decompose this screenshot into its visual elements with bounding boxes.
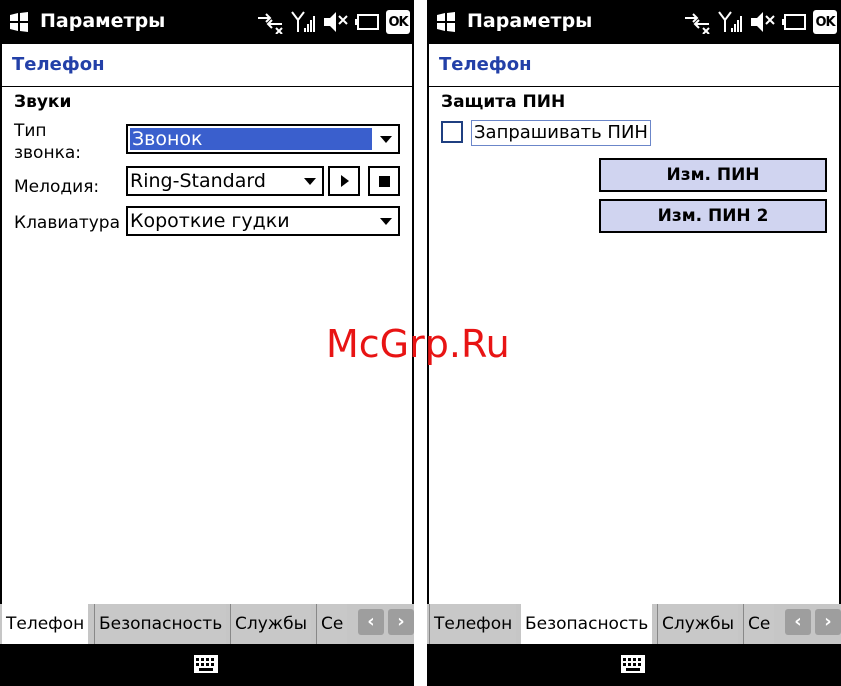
app-title: Параметры: [40, 10, 166, 32]
tab-more[interactable]: Се: [743, 604, 775, 644]
require-pin-checkbox[interactable]: [441, 121, 463, 143]
tab-security[interactable]: Безопасность: [94, 604, 227, 644]
page-header: Телефон: [429, 44, 839, 87]
soft-key-bar: [427, 644, 841, 686]
title-bar: Параметры OK: [0, 0, 414, 44]
tab-security[interactable]: Безопасность: [521, 604, 653, 644]
stop-button[interactable]: [368, 166, 400, 196]
signal-icon[interactable]: [290, 10, 316, 34]
ring-type-label-line1: Тип: [14, 121, 47, 141]
tab-services[interactable]: Службы: [230, 604, 312, 644]
tab-scroll: ‹ ›: [358, 609, 414, 635]
keyboard-icon[interactable]: [193, 654, 219, 674]
tab-bar: Телефон Безопасность Службы Се ‹ ›: [0, 604, 414, 644]
chevron-left-icon[interactable]: ‹: [358, 609, 384, 635]
chevron-left-icon[interactable]: ‹: [785, 609, 811, 635]
app-title: Параметры: [467, 10, 593, 32]
tab-bar: Телефон Безопасность Службы Се ‹ ›: [427, 604, 841, 644]
page-title: Телефон: [439, 54, 532, 75]
status-icons: OK: [256, 8, 410, 36]
tab-phone[interactable]: Телефон: [2, 604, 89, 644]
windows-flag-icon[interactable]: [8, 11, 30, 33]
tab-phone[interactable]: Телефон: [429, 604, 517, 644]
keyboard-icon[interactable]: [620, 654, 646, 674]
battery-icon[interactable]: [354, 10, 380, 34]
chevron-down-icon: [304, 178, 316, 185]
status-icons: OK: [683, 8, 837, 36]
page-header: Телефон: [2, 44, 412, 87]
ring-type-dropdown[interactable]: Звонок: [126, 124, 400, 154]
section-title: Защита ПИН: [441, 92, 566, 112]
chevron-right-icon[interactable]: ›: [388, 609, 414, 635]
signal-icon[interactable]: [717, 10, 743, 34]
change-pin2-button[interactable]: Изм. ПИН 2: [599, 199, 827, 233]
chevron-right-icon[interactable]: ›: [815, 609, 841, 635]
melody-label: Мелодия:: [14, 177, 100, 197]
battery-icon[interactable]: [781, 10, 807, 34]
keyboard-label: Клавиатура: [14, 213, 121, 233]
title-bar: Параметры OK: [427, 0, 841, 44]
soft-key-bar: [0, 644, 414, 686]
keyboard-value: Короткие гудки: [130, 210, 290, 232]
ring-type-label-line2: звонка:: [14, 143, 81, 163]
connectivity-icon[interactable]: [683, 10, 711, 34]
ring-type-value: Звонок: [130, 128, 372, 150]
melody-dropdown[interactable]: Ring-Standard: [126, 166, 324, 196]
windows-flag-icon[interactable]: [435, 11, 457, 33]
stop-icon: [379, 176, 390, 187]
keyboard-dropdown[interactable]: Короткие гудки: [126, 206, 400, 236]
change-pin-button[interactable]: Изм. ПИН: [599, 158, 827, 192]
play-button[interactable]: [328, 166, 360, 196]
melody-value: Ring-Standard: [130, 170, 266, 192]
connectivity-icon[interactable]: [256, 10, 284, 34]
tab-more[interactable]: Се: [316, 604, 348, 644]
tab-services[interactable]: Службы: [657, 604, 739, 644]
page-title: Телефон: [12, 54, 105, 75]
tab-scroll: ‹ ›: [785, 609, 841, 635]
volume-mute-icon[interactable]: [322, 10, 348, 34]
chevron-down-icon: [380, 218, 392, 225]
section-title: Звуки: [14, 92, 72, 112]
ok-button[interactable]: OK: [813, 10, 837, 34]
volume-mute-icon[interactable]: [749, 10, 775, 34]
ok-button[interactable]: OK: [386, 10, 410, 34]
chevron-down-icon: [380, 136, 392, 143]
play-icon: [341, 175, 349, 187]
watermark-text: McGrp.Ru: [326, 322, 510, 366]
require-pin-label[interactable]: Запрашивать ПИН: [471, 120, 651, 146]
